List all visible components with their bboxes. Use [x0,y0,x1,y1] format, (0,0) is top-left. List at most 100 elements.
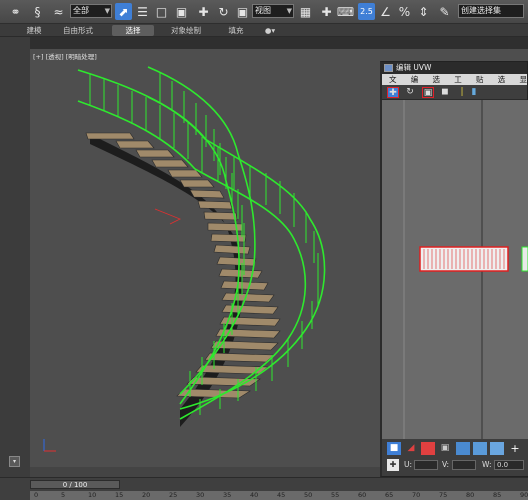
v-label: V: [442,460,450,469]
window-crossing-icon[interactable]: ▣ [173,3,190,20]
menu-display[interactable]: 显 [520,74,528,85]
uvw-menu-bar: 文件 编辑 选择 工具 贴图 选项 显 [382,74,528,95]
add-icon[interactable]: + [508,442,522,455]
ruler-label: 10 [88,491,97,499]
ruler-label: 55 [331,491,340,499]
menu-tools[interactable]: 工具 [454,74,469,95]
ruler-label: 15 [115,491,124,499]
menu-select[interactable]: 选择 [433,74,448,95]
shrink-selection-icon[interactable] [490,442,504,455]
spinner-snap-icon[interactable]: ⇕ [415,3,432,20]
scale-icon[interactable]: ▣ [234,3,251,20]
rect-selection-icon[interactable]: □ [153,3,170,20]
chevron-down-icon: ▼ [286,7,292,15]
coord-system-value: 视图 [255,6,271,15]
selection-set-dropdown[interactable]: 创建选择集 [458,4,524,18]
world-axis-tripod [43,439,56,452]
frame-ruler[interactable]: 0 5 10 15 20 25 30 35 40 45 50 55 60 65 70 75 80 85 90 [30,491,528,500]
uvw-edit-canvas[interactable] [382,100,528,439]
w-label: W: [482,460,492,469]
ruler-label: 25 [169,491,178,499]
tab-object-paint[interactable]: 对象绘制 [166,25,206,36]
tab-populate[interactable]: 填充 [226,25,246,36]
select-manipulate-icon[interactable]: ✚ [318,3,335,20]
tab-selection[interactable]: 选择 [112,25,154,36]
rotate-icon[interactable]: ↻ [215,3,232,20]
select-by-name-icon[interactable]: ☰ [134,3,151,20]
edge-mode-icon[interactable]: ◢ [404,442,418,455]
menu-options[interactable]: 选项 [498,74,513,95]
element-mode-icon[interactable]: ▣ [438,442,452,455]
uvw-toolbar: ✚ ↻ ▣ ◼ | ▮ [382,85,527,100]
keyboard-shortcut-icon[interactable]: ⌨ [337,3,354,20]
absolute-offset-icon[interactable]: ✚ [387,459,399,471]
ruler-label: 35 [223,491,232,499]
ruler-label: 75 [439,491,448,499]
v-field[interactable] [452,460,476,470]
railing-balusters [89,73,319,415]
ruler-label: 85 [493,491,502,499]
menu-file[interactable]: 文件 [389,74,404,95]
mirror-uv-icon[interactable]: | [456,87,468,98]
ruler-label: 70 [412,491,421,499]
menu-mapping[interactable]: 贴图 [476,74,491,95]
w-field[interactable]: 0.0 [494,460,524,470]
selection-set-value: 创建选择集 [461,6,501,15]
ruler-label: 50 [304,491,313,499]
ribbon-panel [0,37,528,49]
ribbon: 建模 自由形式 选择 对象绘制 填充 ●▾ [0,24,528,37]
coord-system-dropdown[interactable]: 视图 ▼ [252,4,294,18]
u-field[interactable] [414,460,438,470]
uvw-bottom-panel: ■ ◢ ▣ + ✚ U: V: W: 0.0 [382,439,528,476]
uv-grid [403,100,528,439]
uv-shell-selected [419,246,528,272]
uvw-editor-window: 编辑 UVW 文件 编辑 选择 工具 贴图 选项 显 ✚ ↻ ▣ ◼ | ▮ [380,61,528,477]
percent-snap-icon[interactable]: % [396,3,413,20]
move-icon[interactable]: ✚ [195,3,212,20]
uvw-window-icon [384,64,393,72]
snap-value: 2.5 [360,6,373,16]
ruler-label: 20 [142,491,151,499]
timeline: 0 / 100 0 5 10 15 20 25 30 35 40 45 50 55 60 65 70 75 80… [0,477,528,500]
chevron-down-icon: ▼ [104,7,110,15]
w-value: 0.0 [497,461,509,469]
selection-filter-dropdown[interactable]: 全部 ▼ [70,4,112,18]
face-mode-icon[interactable] [421,442,435,455]
red-gizmo [154,208,181,225]
align-uv-icon[interactable]: ▮ [468,87,480,98]
tab-freeform[interactable]: 自由形式 [60,25,96,36]
link-icon[interactable]: ⚭ [7,3,24,20]
bind-spacewarp-icon[interactable]: ≈ [50,3,67,20]
ruler-label: 60 [358,491,367,499]
left-gutter [0,37,30,477]
ruler-label: 5 [61,491,66,499]
unlink-icon[interactable]: § [29,3,46,20]
snaps-toggle-icon[interactable]: 2.5 [358,3,375,20]
ruler-label: 90 [520,491,528,499]
scale-uv-icon[interactable]: ▣ [422,87,434,98]
tab-modeling[interactable]: 建模 [22,25,46,36]
select-object-icon[interactable]: ⬈ [115,3,132,20]
pivot-icon[interactable]: ▦ [297,3,314,20]
ruler-label: 45 [277,491,286,499]
rotate-uv-icon[interactable]: ↻ [404,87,416,98]
angle-snap-icon[interactable]: ∠ [377,3,394,20]
vertex-mode-icon[interactable]: ■ [387,442,401,455]
time-slider[interactable]: 0 / 100 [30,480,120,489]
select-by-element-icon[interactable] [456,442,470,455]
move-uv-icon[interactable]: ✚ [387,87,399,98]
uvw-title: 编辑 UVW [396,63,432,72]
ruler-label: 80 [466,491,475,499]
viewport-layout-button[interactable]: ▾ [9,456,20,467]
main-toolbar: ⚭ § ≈ 全部 ▼ ⬈ ☰ □ ▣ ✚ ↻ ▣ 视图 ▼ ▦ ✚ ⌨ 2.5 … [0,0,528,24]
selection-filter-value: 全部 [73,6,89,15]
uvw-title-bar[interactable]: 编辑 UVW [382,62,527,74]
freeform-uv-icon[interactable]: ◼ [439,87,451,98]
grow-selection-icon[interactable] [473,442,487,455]
ruler-label: 0 [34,491,39,499]
ruler-label: 30 [196,491,205,499]
ruler-label: 65 [385,491,394,499]
ribbon-options-icon[interactable]: ●▾ [262,25,278,36]
menu-edit[interactable]: 编辑 [411,74,426,95]
edit-named-sets-icon[interactable]: ✎ [436,3,453,20]
